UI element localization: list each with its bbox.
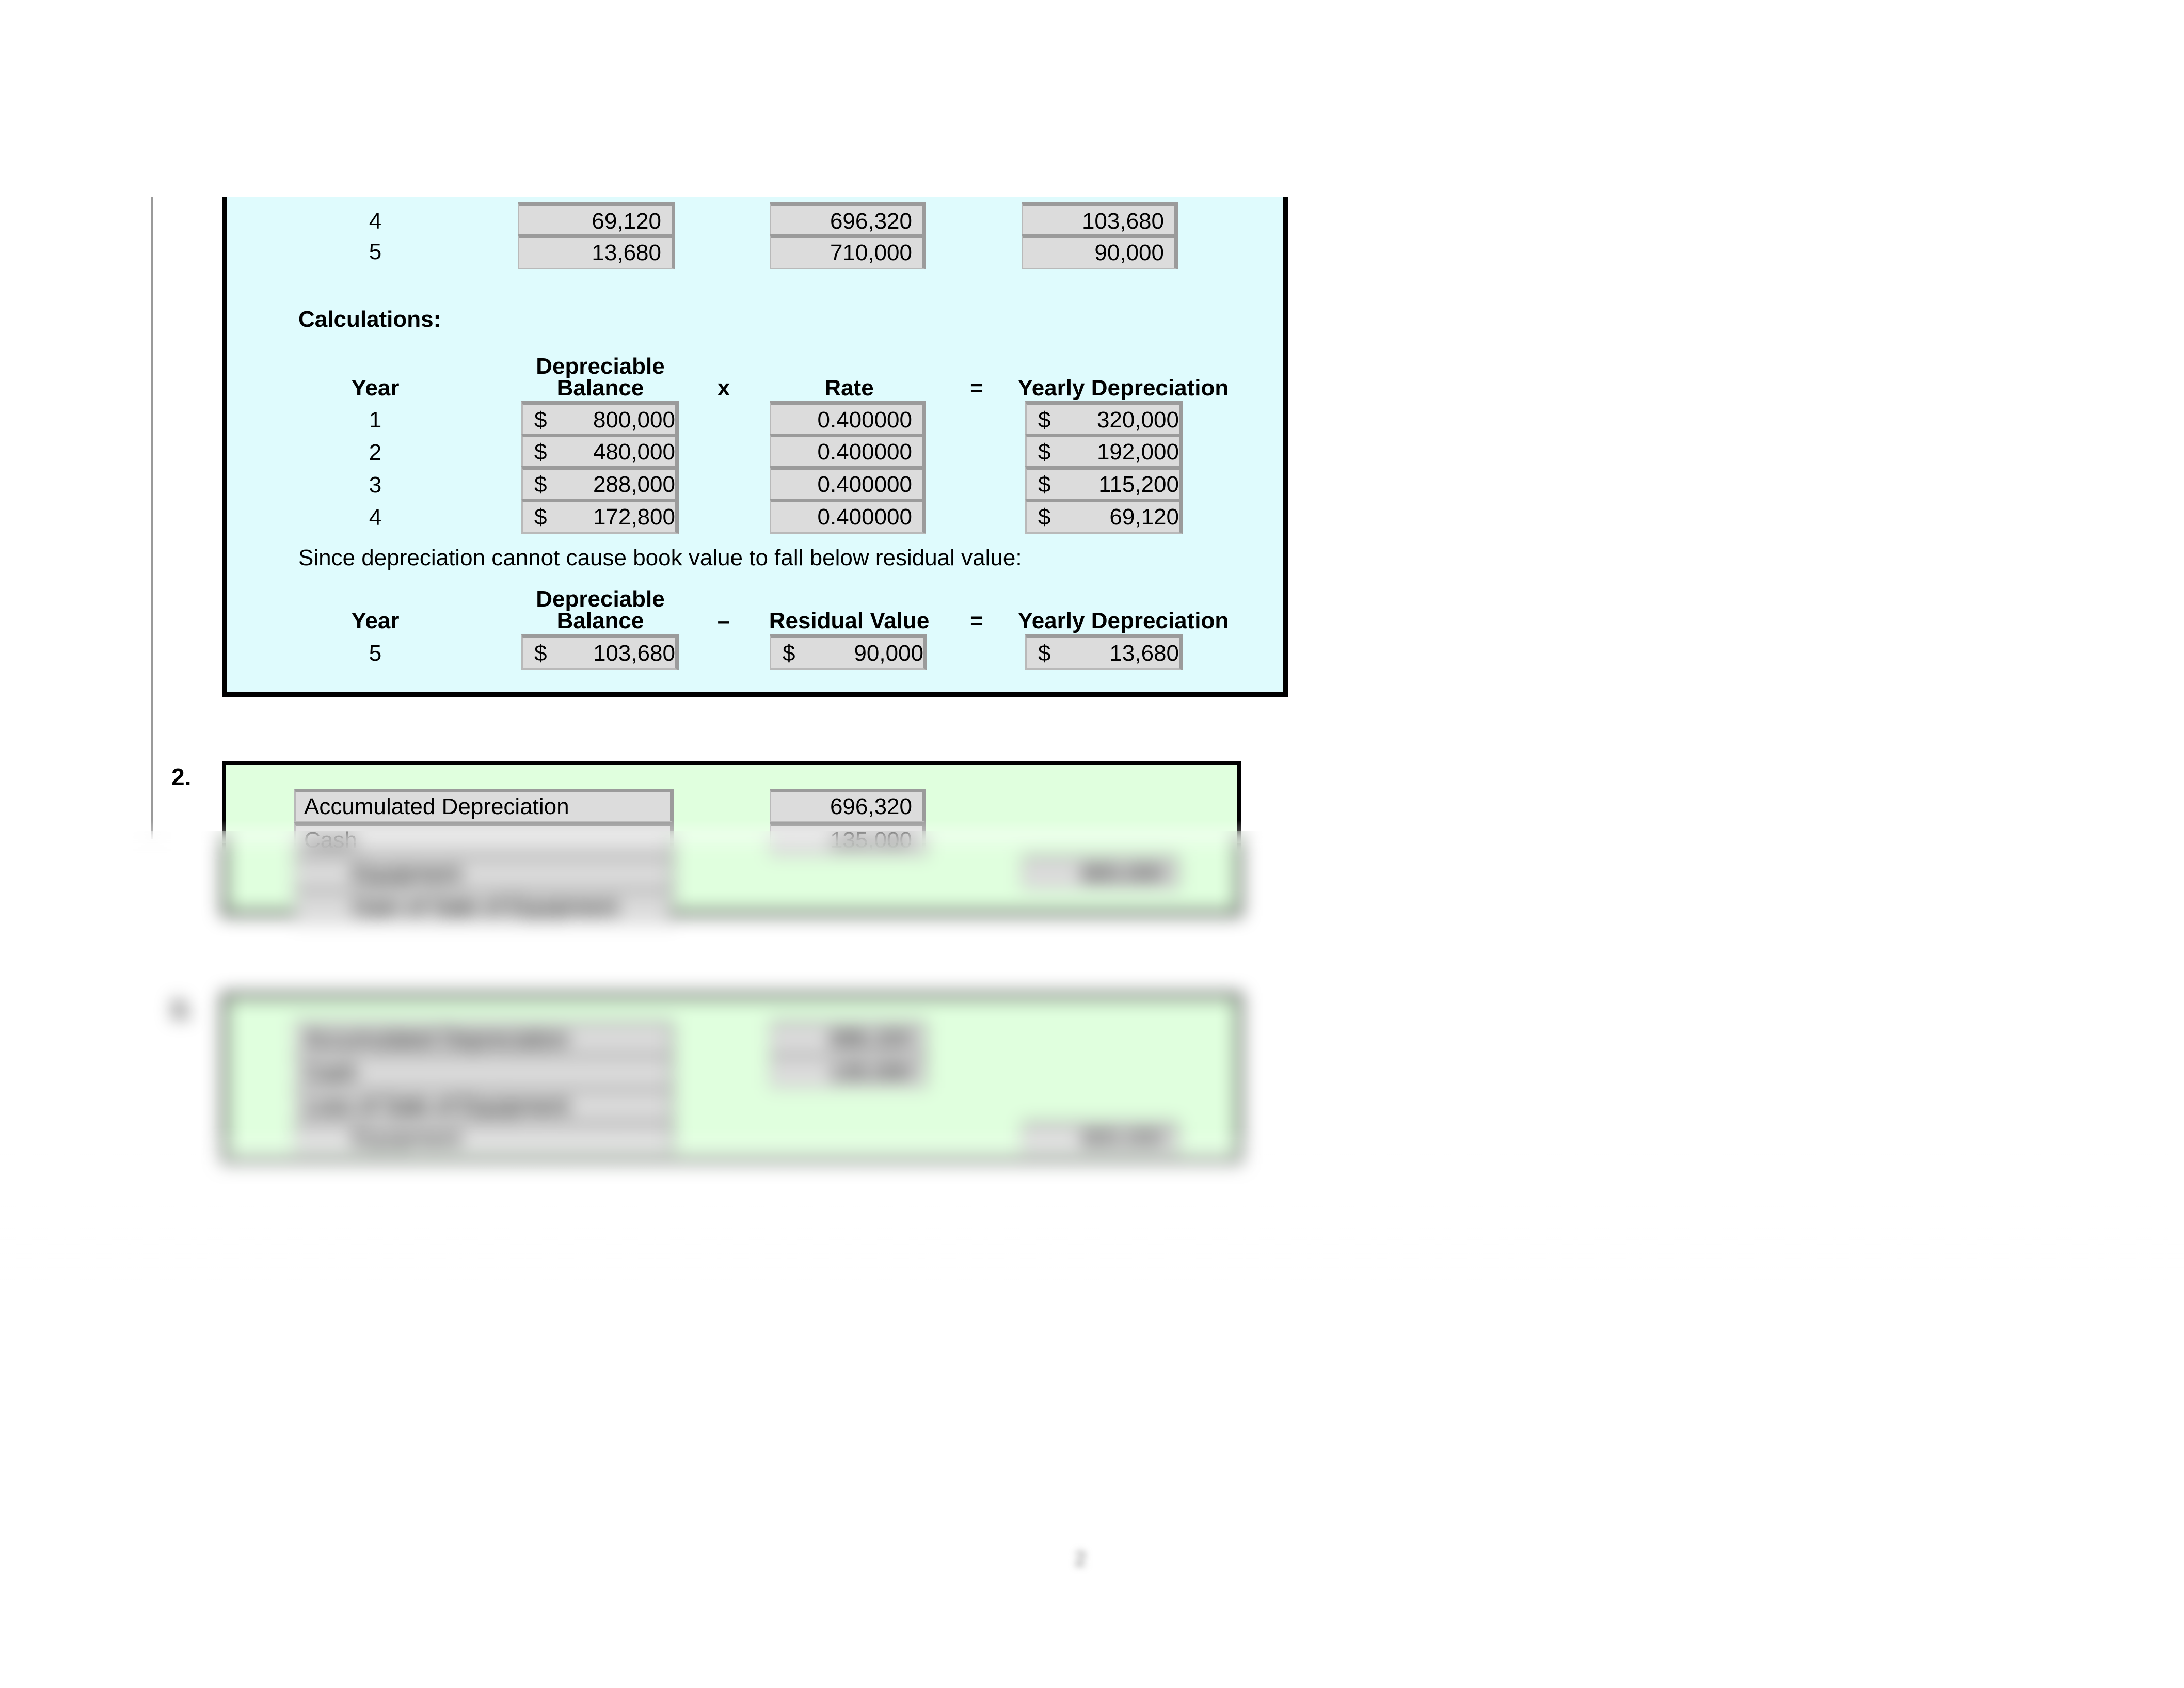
db-header-yearly-depreciation: Yearly Depreciation	[1017, 375, 1229, 401]
cell-value: 115,200	[1098, 472, 1179, 497]
db-operator-equals: =	[970, 375, 983, 401]
entry2-credit-2[interactable]: 800,000	[1022, 856, 1178, 889]
db-row-year-0: 1	[369, 407, 382, 433]
db-header-depreciable-balance-line2: Balance	[556, 375, 644, 401]
db-rate-2[interactable]: 0.400000	[770, 466, 926, 501]
db-header-year: Year	[351, 375, 400, 401]
currency-symbol: $	[783, 640, 795, 666]
db-depreciable-balance-0[interactable]: $800,000	[521, 401, 679, 437]
cell-value: 13,680	[1109, 640, 1179, 666]
rl-header-year: Year	[351, 608, 400, 633]
entry2-account-1[interactable]: Cash	[294, 822, 674, 856]
entry3-credit-3[interactable]: 800,000	[1022, 1122, 1178, 1155]
db-yearly-depreciation-0[interactable]: $320,000	[1025, 401, 1183, 437]
entry3-debit-1[interactable]: 135,000	[770, 1055, 926, 1088]
db-yearly-depreciation-1[interactable]: $192,000	[1025, 434, 1183, 469]
db-operator-multiply: x	[717, 375, 730, 401]
currency-symbol: $	[1038, 407, 1051, 433]
entry2-debit-0[interactable]: 696,320	[770, 789, 926, 822]
db-yearly-depreciation-2[interactable]: $115,200	[1025, 466, 1183, 501]
rl-operator-minus: –	[717, 608, 730, 633]
schedule-yearly-depreciation-1[interactable]: 13,680	[518, 234, 675, 269]
entry3-account-3[interactable]: Equipment	[294, 1122, 674, 1155]
entry3-account-0[interactable]: Accumulated Depreciation	[294, 1021, 674, 1055]
calculations-heading: Calculations:	[298, 307, 441, 332]
db-rate-0[interactable]: 0.400000	[770, 401, 926, 437]
schedule-row-year-1: 5	[369, 239, 382, 264]
cell-value: 69,120	[1109, 504, 1179, 530]
currency-symbol: $	[534, 504, 547, 530]
rl-yearly-depreciation-0[interactable]: $13,680	[1025, 634, 1183, 670]
entry2-account-3[interactable]: Gain of Sale of Equipment	[294, 889, 674, 923]
left-margin-rule	[151, 197, 153, 839]
currency-symbol: $	[534, 407, 547, 433]
rl-operator-equals: =	[970, 608, 983, 633]
currency-symbol: $	[1038, 472, 1051, 497]
entry-2-number: 2.	[171, 763, 192, 790]
db-rate-1[interactable]: 0.400000	[770, 434, 926, 469]
entry-3-number: 3.	[171, 996, 192, 1023]
cell-value: 320,000	[1096, 407, 1179, 433]
db-depreciable-balance-2[interactable]: $288,000	[521, 466, 679, 501]
schedule-accumulated-depreciation-0[interactable]: 696,320	[770, 202, 926, 238]
entry3-account-2[interactable]: Loss of Sale of Equipment	[294, 1088, 674, 1122]
entry2-account-0[interactable]: Accumulated Depreciation	[294, 789, 674, 822]
currency-symbol: $	[1038, 439, 1051, 465]
currency-symbol: $	[1038, 640, 1051, 666]
cell-value: 90,000	[854, 640, 923, 666]
rl-residual-value-0[interactable]: $90,000	[770, 634, 927, 670]
db-depreciable-balance-1[interactable]: $480,000	[521, 434, 679, 469]
rl-header-residual-value: Residual Value	[769, 608, 930, 633]
page-number: 2	[1075, 1548, 1087, 1570]
rl-depreciable-balance-0[interactable]: $103,680	[521, 634, 679, 670]
entry2-debit-1[interactable]: 135,000	[770, 822, 926, 856]
cell-value: 172,800	[593, 504, 675, 530]
currency-symbol: $	[534, 439, 547, 465]
cell-value: 103,680	[593, 640, 675, 666]
db-row-year-1: 2	[369, 440, 382, 465]
cell-value: 480,000	[593, 439, 675, 465]
schedule-book-value-0[interactable]: 103,680	[1022, 202, 1178, 238]
rl-row-year-0: 5	[369, 641, 382, 666]
cell-value: 800,000	[593, 407, 675, 433]
db-row-year-2: 3	[369, 472, 382, 498]
cell-value: 192,000	[1096, 439, 1179, 465]
currency-symbol: $	[534, 640, 547, 666]
db-rate-3[interactable]: 0.400000	[770, 499, 926, 534]
schedule-row-year-0: 4	[369, 209, 382, 234]
residual-value-note: Since depreciation cannot cause book val…	[298, 545, 1022, 570]
currency-symbol: $	[1038, 504, 1051, 530]
schedule-accumulated-depreciation-1[interactable]: 710,000	[770, 234, 926, 269]
db-header-depreciable-balance-line1: Depreciable	[536, 354, 665, 379]
rl-header-yearly-depreciation: Yearly Depreciation	[1017, 608, 1229, 633]
entry3-account-1[interactable]: Cash	[294, 1055, 674, 1088]
schedule-yearly-depreciation-0[interactable]: 69,120	[518, 202, 675, 238]
rl-header-depreciable-balance-line1: Depreciable	[536, 586, 665, 612]
db-header-rate: Rate	[824, 375, 874, 401]
db-yearly-depreciation-3[interactable]: $69,120	[1025, 499, 1183, 534]
cell-value: 288,000	[593, 472, 675, 497]
db-row-year-3: 4	[369, 505, 382, 530]
rl-header-depreciable-balance-line2: Balance	[556, 608, 644, 633]
entry2-account-2[interactable]: Equipment	[294, 856, 674, 889]
schedule-book-value-1[interactable]: 90,000	[1022, 234, 1178, 269]
entry3-debit-0[interactable]: 696,320	[770, 1021, 926, 1055]
currency-symbol: $	[534, 472, 547, 497]
worksheet-page: 4 69,120 696,320 103,680 5 13,680 710,00…	[0, 0, 2184, 1688]
blur-overlay	[0, 831, 2184, 1688]
db-depreciable-balance-3[interactable]: $172,800	[521, 499, 679, 534]
